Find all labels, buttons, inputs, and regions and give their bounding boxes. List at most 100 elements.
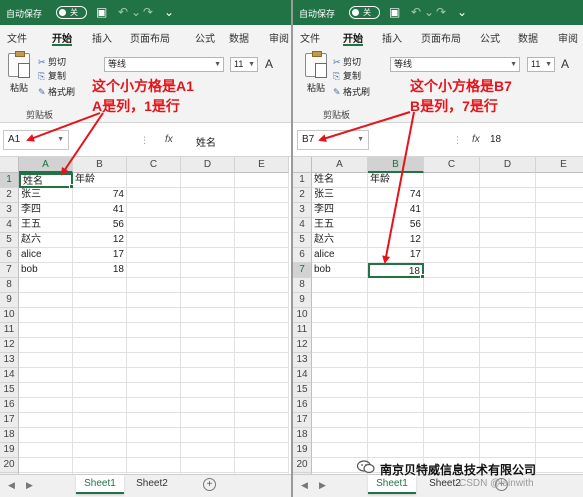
cell[interactable] (181, 413, 235, 428)
cell[interactable] (424, 308, 480, 323)
cell[interactable] (368, 413, 424, 428)
cell[interactable] (181, 173, 235, 188)
cell[interactable] (235, 278, 289, 293)
column-header-a[interactable]: A (19, 157, 73, 173)
column-header-e[interactable]: E (235, 157, 289, 173)
font-size-select[interactable]: 11 ▼ (230, 57, 258, 72)
font-name-select[interactable]: 等线 ▼ (104, 57, 224, 72)
cell[interactable] (368, 353, 424, 368)
cell[interactable] (235, 293, 289, 308)
format-painter-button[interactable]: ✎ 格式刷 (333, 85, 370, 98)
cell[interactable] (536, 308, 583, 323)
cell[interactable]: bob (19, 263, 73, 278)
cell[interactable] (480, 293, 536, 308)
sheet-tab-2[interactable]: Sheet2 (128, 475, 176, 494)
cell[interactable] (536, 353, 583, 368)
scroll-left-icon[interactable]: ◀ (8, 480, 15, 491)
undo-dropdown-icon[interactable]: ⌄ (131, 5, 141, 19)
cell[interactable]: 74 (368, 188, 424, 203)
column-header-b[interactable]: B (73, 157, 127, 173)
save-icon[interactable]: ▣ (389, 5, 400, 19)
autosave-toggle[interactable]: 关 (349, 6, 380, 19)
cell[interactable] (73, 338, 127, 353)
cell[interactable] (424, 353, 480, 368)
cell[interactable] (235, 233, 289, 248)
cell[interactable] (536, 368, 583, 383)
cell[interactable] (73, 323, 127, 338)
row-header[interactable]: 9 (293, 293, 312, 308)
cell[interactable] (536, 278, 583, 293)
cell[interactable] (235, 203, 289, 218)
redo-icon[interactable]: ↷ (436, 5, 446, 19)
cell[interactable] (312, 428, 368, 443)
cell[interactable] (235, 368, 289, 383)
cell[interactable] (480, 323, 536, 338)
cell[interactable] (312, 338, 368, 353)
column-header-a[interactable]: A (312, 157, 368, 173)
font-name-select[interactable]: 等线 ▼ (390, 57, 520, 72)
cell[interactable] (536, 413, 583, 428)
row-header[interactable]: 11 (0, 323, 19, 338)
format-painter-button[interactable]: ✎ 格式刷 (38, 85, 75, 98)
row-header[interactable]: 19 (293, 443, 312, 458)
cell[interactable] (424, 248, 480, 263)
column-header-d[interactable]: D (181, 157, 235, 173)
cell[interactable] (424, 218, 480, 233)
cell[interactable] (127, 173, 181, 188)
row-header[interactable]: 13 (293, 353, 312, 368)
cut-button[interactable]: ✂ 剪切 (333, 55, 361, 68)
add-sheet-button[interactable]: + (203, 478, 216, 491)
cell[interactable] (181, 368, 235, 383)
cell[interactable] (312, 278, 368, 293)
cell[interactable] (73, 398, 127, 413)
row-header[interactable]: 18 (0, 428, 19, 443)
active-cell[interactable]: 18 (368, 263, 424, 278)
active-cell[interactable]: 姓名 (19, 173, 73, 188)
undo-dropdown-icon[interactable]: ⌄ (424, 5, 434, 19)
row-header[interactable]: 20 (0, 458, 19, 473)
cell[interactable] (536, 233, 583, 248)
copy-button[interactable]: ⎘ 复制 (333, 69, 361, 82)
cell[interactable] (127, 353, 181, 368)
cell[interactable] (235, 458, 289, 473)
row-header[interactable]: 8 (0, 278, 19, 293)
row-header[interactable]: 5 (293, 233, 312, 248)
cell[interactable] (536, 323, 583, 338)
cell[interactable] (181, 443, 235, 458)
cell[interactable]: 12 (368, 233, 424, 248)
cell[interactable] (368, 323, 424, 338)
cell[interactable] (536, 263, 583, 278)
scroll-right-icon[interactable]: ▶ (319, 480, 326, 491)
cell[interactable] (424, 293, 480, 308)
cell[interactable] (181, 383, 235, 398)
cell[interactable] (19, 353, 73, 368)
cell[interactable] (181, 428, 235, 443)
cell[interactable] (312, 413, 368, 428)
tab-6[interactable]: 审阅 (269, 30, 289, 45)
cell[interactable] (536, 443, 583, 458)
cell[interactable] (424, 413, 480, 428)
cell[interactable] (127, 218, 181, 233)
insert-function-button[interactable]: fx (165, 134, 173, 145)
cell[interactable] (536, 293, 583, 308)
cell[interactable] (312, 293, 368, 308)
cell[interactable] (368, 278, 424, 293)
row-header[interactable]: 4 (0, 218, 19, 233)
row-header[interactable]: 14 (0, 368, 19, 383)
cell[interactable] (312, 308, 368, 323)
tab-4[interactable]: 公式 (195, 30, 215, 45)
cell[interactable] (536, 248, 583, 263)
formula-input[interactable]: 18 (490, 134, 501, 145)
cell[interactable] (181, 293, 235, 308)
row-header[interactable]: 18 (293, 428, 312, 443)
select-all-corner[interactable] (293, 157, 312, 173)
cell[interactable] (181, 233, 235, 248)
cell[interactable] (368, 398, 424, 413)
row-header[interactable]: 3 (293, 203, 312, 218)
cell[interactable] (127, 413, 181, 428)
cell[interactable] (536, 218, 583, 233)
cell[interactable] (536, 188, 583, 203)
autosave-toggle[interactable]: 关 (56, 6, 87, 19)
tab-5[interactable]: 数据 (229, 30, 249, 45)
cell[interactable] (312, 368, 368, 383)
